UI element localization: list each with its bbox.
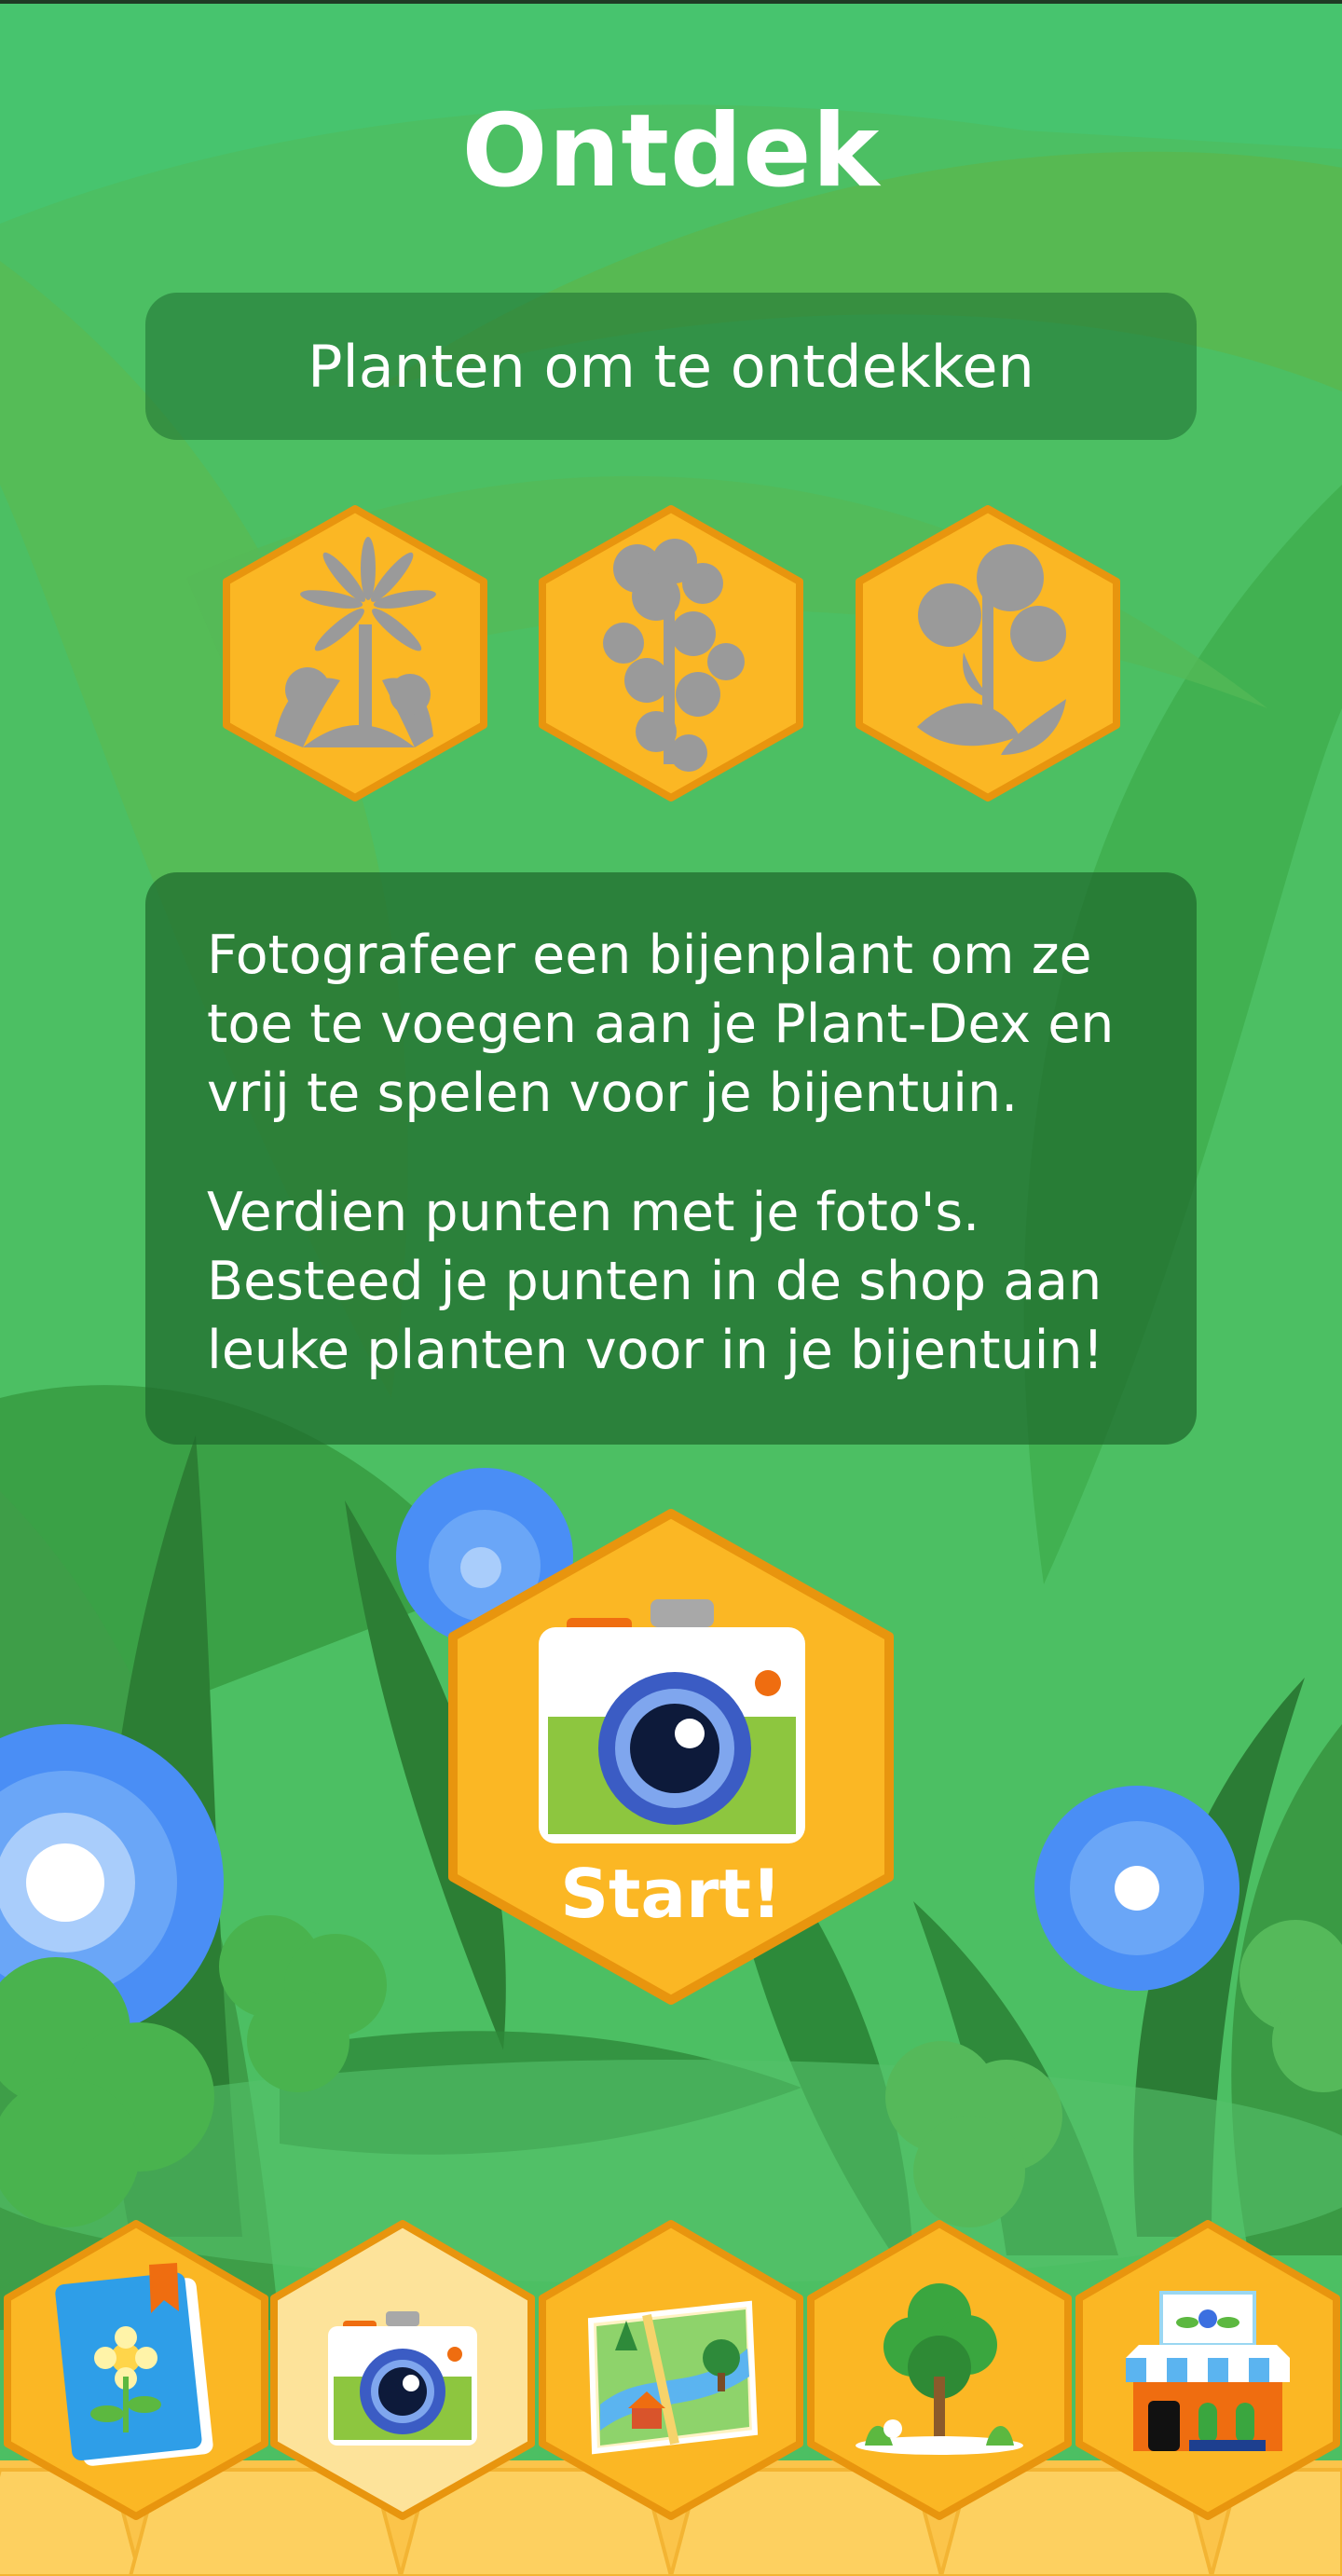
discover-heading: Planten om te ontdekken [308, 332, 1034, 401]
nav-item-shop[interactable] [1072, 2218, 1342, 2522]
plant-slot-1[interactable] [219, 503, 491, 803]
bottom-nav [0, 2218, 1342, 2576]
plant-slot-3[interactable] [852, 503, 1124, 803]
nav-item-garden[interactable] [803, 2218, 1075, 2522]
nav-item-map[interactable] [535, 2218, 807, 2522]
camera-icon [539, 1599, 805, 1843]
blue-flower-right [1034, 1786, 1239, 1991]
map-icon [587, 2300, 759, 2455]
start-button[interactable]: Start! [445, 1508, 897, 2006]
nav-item-plant-dex[interactable] [0, 2218, 272, 2522]
page-title: Ontdek [461, 93, 881, 210]
plant-dex-book-icon [55, 2263, 213, 2466]
info-paragraph-points: Verdien punten met je foto's. Besteed je… [207, 1182, 1104, 1381]
plants-to-discover-row [0, 503, 1342, 811]
start-label: Start! [560, 1855, 782, 1933]
discover-heading-panel: Planten om te ontdekken [145, 293, 1197, 440]
camera-icon [328, 2311, 477, 2446]
nav-item-camera[interactable] [267, 2218, 539, 2522]
plant-slot-2[interactable] [535, 503, 807, 803]
info-panel: Fotografeer een bijenplant om ze toe te … [145, 872, 1197, 1445]
info-paragraph-photograph: Fotografeer een bijenplant om ze toe te … [207, 925, 1115, 1124]
status-bar-edge [0, 0, 1342, 4]
